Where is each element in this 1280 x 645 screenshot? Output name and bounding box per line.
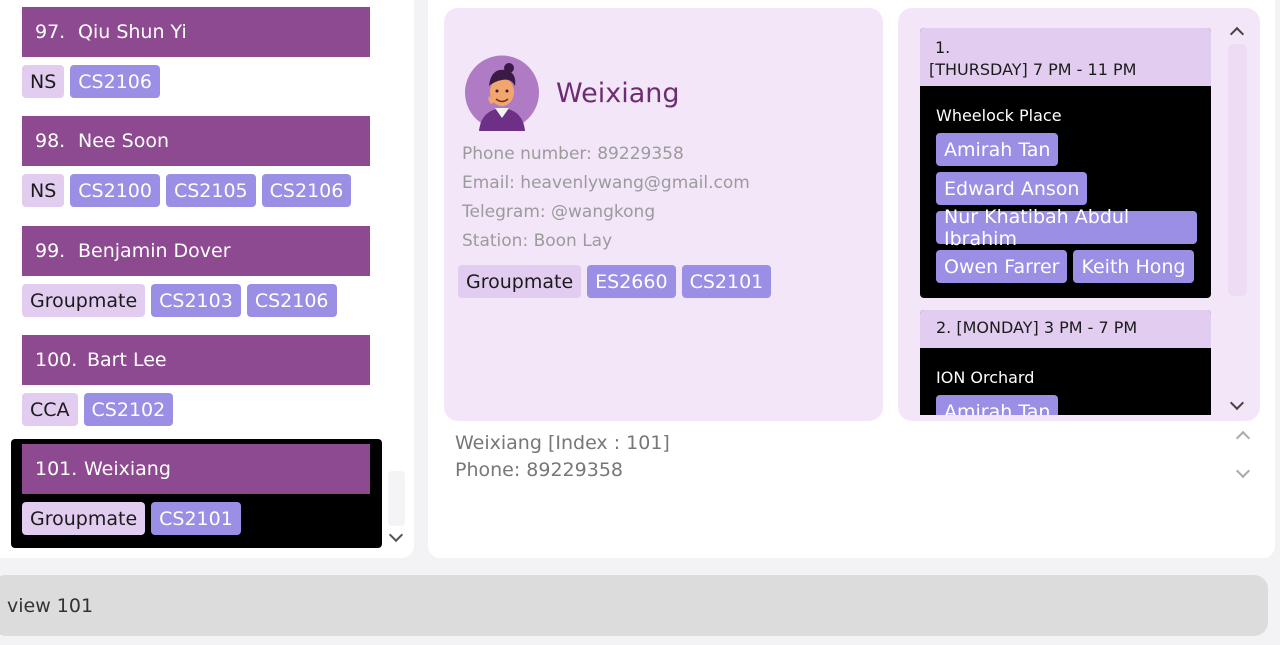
schedule-slot-place: ION Orchard xyxy=(936,368,1035,387)
schedule-slot-header: 2. [MONDAY] 3 PM - 7 PM xyxy=(920,310,1211,348)
schedule-slot-2[interactable]: 2. [MONDAY] 3 PM - 7 PM ION Orchard Amir… xyxy=(920,310,1211,415)
contact-name: Nee Soon xyxy=(78,130,169,152)
profile-card: Weixiang Phone number: 89229358 Email: h… xyxy=(444,8,883,421)
contact-tags: CCA CS2102 xyxy=(22,393,370,426)
schedule-slot-header: 1. [THURSDAY] 7 PM - 11 PM xyxy=(920,28,1211,86)
chevron-down-icon[interactable] xyxy=(1226,395,1248,416)
schedule-list[interactable]: 1. [THURSDAY] 7 PM - 11 PM Wheelock Plac… xyxy=(920,28,1211,415)
member-tag: Amirah Tan xyxy=(936,395,1059,415)
contact-name: Bart Lee xyxy=(87,349,167,371)
contact-list-panel: 97. Qiu Shun Yi NS CS2106 98. Nee Soon N… xyxy=(0,0,414,558)
command-input[interactable] xyxy=(0,575,1268,636)
contact-index: 99. xyxy=(35,240,66,262)
profile-station: Station: Boon Lay xyxy=(462,231,613,251)
contact-card-100[interactable]: 100. Bart Lee CCA CS2102 xyxy=(22,335,370,426)
module-tag: CS2105 xyxy=(165,174,256,207)
profile-name: Weixiang xyxy=(556,78,680,109)
contact-header: 101. Weixiang xyxy=(22,444,370,494)
module-tag: CS2106 xyxy=(261,174,352,207)
result-display: Weixiang [Index : 101] Phone: 89229358 xyxy=(455,430,1215,484)
chevron-down-icon[interactable] xyxy=(386,527,406,548)
category-tag: NS xyxy=(22,174,65,207)
category-tag: Groupmate xyxy=(22,502,146,535)
contact-header: 98. Nee Soon xyxy=(22,116,370,166)
module-tag: CS2102 xyxy=(83,393,174,426)
contact-header: 100. Bart Lee xyxy=(22,335,370,385)
profile-telegram: Telegram: @wangkong xyxy=(462,202,656,222)
contact-tags: NS CS2100 CS2105 CS2106 xyxy=(22,174,370,207)
schedule-slot-members: Amirah Tan Edward Anson Nur Khatibah Abd… xyxy=(920,125,1211,293)
schedule-slot-number: 2. xyxy=(936,318,952,337)
profile-tags: Groupmate ES2660 CS2101 xyxy=(458,265,772,298)
member-tag: Owen Farrer xyxy=(936,250,1068,283)
contact-header: 97. Qiu Shun Yi xyxy=(22,7,370,57)
contact-card-99[interactable]: 99. Benjamin Dover Groupmate CS2103 CS21… xyxy=(22,226,370,317)
schedule-slot-members: Amirah Tan xyxy=(920,387,1211,415)
member-tag: Nur Khatibah Abdul Ibrahim xyxy=(936,206,1197,250)
category-tag: CCA xyxy=(22,393,78,426)
contact-card-101[interactable]: 101. Weixiang Groupmate CS2101 xyxy=(22,444,370,535)
module-tag: CS2106 xyxy=(246,284,337,317)
contact-index: 97. xyxy=(35,21,66,43)
module-tag: CS2100 xyxy=(70,174,160,207)
list-scrollbar[interactable] xyxy=(388,471,405,526)
schedule-slot-place: Wheelock Place xyxy=(936,106,1062,125)
contact-index: 100. xyxy=(35,349,78,371)
category-tag: Groupmate xyxy=(458,265,582,298)
contact-card-98[interactable]: 98. Nee Soon NS CS2100 CS2105 CS2106 xyxy=(22,116,370,207)
schedule-scrollbar[interactable] xyxy=(1228,44,1247,296)
schedule-slot-1[interactable]: 1. [THURSDAY] 7 PM - 11 PM Wheelock Plac… xyxy=(920,28,1211,298)
chevron-up-icon[interactable] xyxy=(1226,22,1248,42)
contact-name: Qiu Shun Yi xyxy=(78,21,187,43)
member-tag: Amirah Tan xyxy=(936,133,1059,166)
contact-tags: Groupmate CS2101 xyxy=(22,502,370,535)
module-tag: CS2101 xyxy=(681,265,772,298)
selected-contact-card[interactable]: 101. Weixiang Groupmate CS2101 xyxy=(11,439,382,548)
schedule-panel: 1. [THURSDAY] 7 PM - 11 PM Wheelock Plac… xyxy=(898,8,1260,421)
schedule-slot-number: 1. xyxy=(935,38,951,57)
result-line: Weixiang [Index : 101] xyxy=(455,432,670,454)
contact-name: Weixiang xyxy=(84,458,171,480)
contact-name: Benjamin Dover xyxy=(78,240,231,262)
contact-tags: Groupmate CS2103 CS2106 xyxy=(22,284,370,317)
result-line: Phone: 89229358 xyxy=(455,459,624,481)
schedule-slot-time: [THURSDAY] 7 PM - 11 PM xyxy=(929,60,1137,79)
profile-phone: Phone number: 89229358 xyxy=(462,144,684,164)
schedule-slot-time: [MONDAY] 3 PM - 7 PM xyxy=(956,318,1138,337)
contact-card-97[interactable]: 97. Qiu Shun Yi NS CS2106 xyxy=(22,7,370,98)
contact-tags: NS CS2106 xyxy=(22,65,370,98)
member-tag: Keith Hong xyxy=(1073,250,1194,283)
chevron-down-icon[interactable] xyxy=(1233,463,1253,484)
contact-index: 98. xyxy=(35,130,66,152)
category-tag: Groupmate xyxy=(22,284,146,317)
module-tag: CS2103 xyxy=(151,284,241,317)
module-tag: CS2106 xyxy=(70,65,160,98)
chevron-up-icon[interactable] xyxy=(1233,426,1253,446)
module-tag: ES2660 xyxy=(587,265,676,298)
avatar xyxy=(465,55,539,131)
category-tag: NS xyxy=(22,65,65,98)
profile-email: Email: heavenlywang@gmail.com xyxy=(462,173,750,193)
module-tag: CS2101 xyxy=(151,502,241,535)
contact-index: 101. xyxy=(35,458,78,480)
contact-header: 99. Benjamin Dover xyxy=(22,226,370,276)
member-tag: Edward Anson xyxy=(936,172,1088,205)
